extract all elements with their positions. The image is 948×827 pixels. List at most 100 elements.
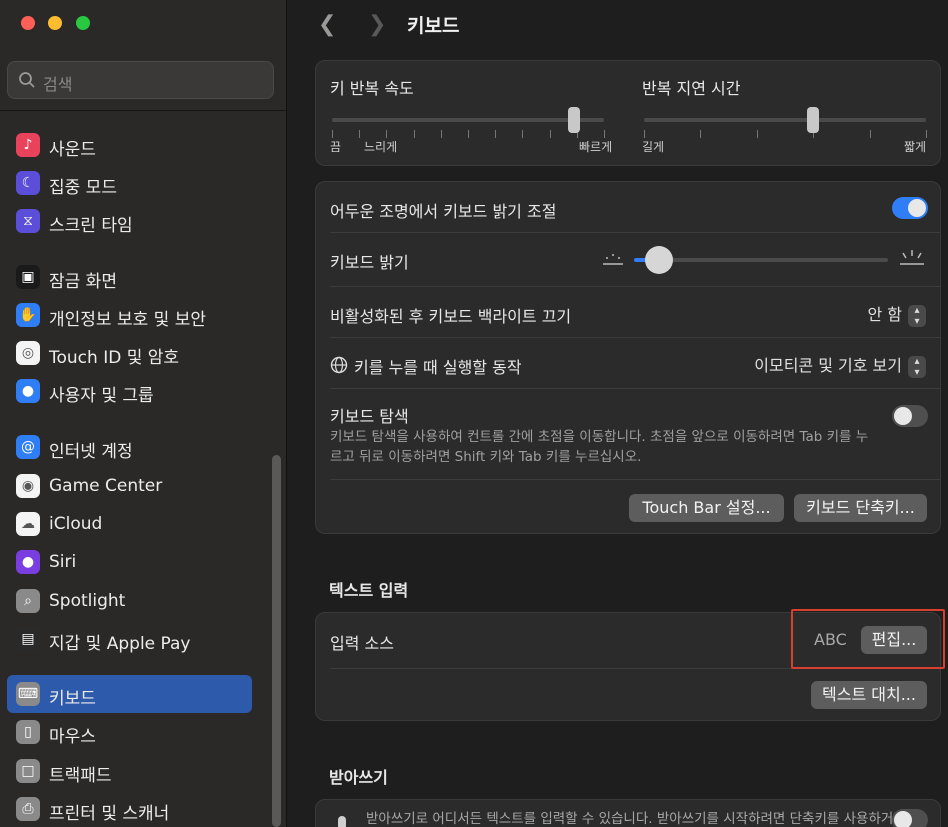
sidebar-item-4[interactable]: ✋ 개인정보 보호 및 보안 — [7, 296, 252, 334]
slider-tick — [644, 130, 645, 138]
sidebar-item-label: Spotlight — [49, 591, 126, 611]
auto-brightness-toggle[interactable] — [892, 197, 928, 219]
speaker-icon: ♪ — [16, 133, 40, 157]
sidebar-item-5[interactable]: ◎ Touch ID 및 암호 — [7, 334, 252, 372]
keyboard-card: 어두운 조명에서 키보드 밝기 조절 키보드 밝기 비활성화된 후 키보드 백라… — [315, 181, 941, 534]
sidebar-item-label: Touch ID 및 암호 — [49, 348, 180, 368]
sidebar-item-label: 인터넷 계정 — [49, 442, 133, 462]
sidebar-item-label: 잠금 화면 — [49, 272, 117, 292]
slider-track — [332, 118, 604, 122]
slider-tick — [756, 130, 758, 138]
globe-icon — [330, 356, 348, 374]
slider-tick — [359, 130, 361, 138]
sidebar-item-label: Siri — [49, 552, 77, 572]
text-replacements-button[interactable]: 텍스트 대치... — [811, 681, 927, 709]
page-title: 키보드 — [407, 15, 460, 37]
zoom-window-button[interactable] — [76, 16, 90, 30]
slider-tick — [440, 130, 442, 138]
globe-key-label: 키를 누를 때 실행할 동작 — [354, 358, 522, 377]
slider-tick — [468, 130, 469, 138]
dictation-section-title: 받아쓰기 — [329, 768, 388, 787]
users-icon: ● — [16, 379, 40, 403]
auto-brightness-label: 어두운 조명에서 키보드 밝기 조절 — [330, 202, 557, 221]
slider-tick — [522, 130, 524, 138]
sidebar-item-8[interactable]: ◉ Game Center — [7, 467, 252, 505]
sidebar-item-10[interactable]: ● Siri — [7, 543, 252, 581]
brightness-label: 키보드 밝기 — [330, 253, 409, 272]
slider-tick — [604, 130, 605, 138]
slider-knob[interactable] — [645, 246, 674, 274]
sidebar-scrollbar[interactable] — [272, 455, 281, 827]
keyboard-icon: ⌨ — [16, 682, 40, 706]
sidebar-item-label: 집중 모드 — [49, 178, 117, 198]
sidebar-item-hidden — [7, 88, 252, 110]
slider-tick — [700, 130, 702, 138]
sidebar-divider — [0, 110, 286, 111]
backlight-off-label: 비활성화된 후 키보드 백라이트 끄기 — [330, 307, 572, 326]
dictation-toggle[interactable] — [892, 809, 928, 827]
slider-tick — [332, 130, 333, 138]
dictation-description: 받아쓰기로 어디서든 텍스트를 입력할 수 있습니다. 받아쓰기를 시작하려면 … — [366, 811, 906, 827]
sidebar-item-label: 마우스 — [49, 727, 96, 747]
touch-bar-settings-button[interactable]: Touch Bar 설정... — [629, 494, 784, 522]
slider-tick — [413, 130, 415, 138]
game-center-icon: ◉ — [16, 474, 40, 498]
dictation-card: 받아쓰기로 어디서든 텍스트를 입력할 수 있습니다. 받아쓰기를 시작하려면 … — [315, 799, 941, 827]
cloud-icon: ☁ — [16, 512, 40, 536]
slider-tick — [386, 130, 388, 138]
lock-icon: ▣ — [16, 265, 40, 289]
globe-key-popup[interactable]: 이모티콘 및 기호 보기 ▴ ▾ — [754, 352, 926, 378]
printer-icon: ⎙ — [16, 797, 40, 821]
sidebar-item-11[interactable]: ⌕ Spotlight — [7, 582, 252, 620]
key-repeat-slow-label: 느리게 — [364, 140, 398, 154]
brightness-high-icon — [900, 250, 924, 265]
forward-button[interactable]: ❯ — [368, 12, 386, 37]
minimize-window-button[interactable] — [48, 16, 62, 30]
updown-icon: ▴ ▾ — [908, 304, 926, 327]
delay-label: 반복 지연 시간 — [642, 79, 741, 98]
sidebar-item-label: iCloud — [49, 514, 103, 534]
key-repeat-off-label: 끔 — [330, 140, 342, 154]
close-window-button[interactable] — [21, 16, 35, 30]
moon-icon: ☾ — [16, 171, 40, 195]
annotation-highlight-box — [791, 609, 945, 669]
back-button[interactable]: ❮ — [318, 12, 336, 37]
sidebar-item-label: 사운드 — [49, 140, 96, 160]
siri-icon: ● — [16, 550, 40, 574]
slider-knob[interactable] — [568, 107, 581, 133]
slider-tick — [926, 130, 927, 138]
keyboard-nav-label: 키보드 탐색 — [330, 407, 409, 426]
sidebar-item-7[interactable]: @ 인터넷 계정 — [7, 428, 252, 466]
input-sources-label: 입력 소스 — [330, 634, 394, 653]
sidebar: 검색 ♪ 사운드 ☾ 집중 모드 ⧖ 스크린 타임 ▣ 잠금 화면 ✋ 개인정보 보호 및 보안 ◎… — [0, 0, 287, 827]
mouse-icon: ▯ — [16, 720, 40, 744]
keyboard-nav-toggle[interactable] — [892, 405, 928, 427]
sidebar-item-16[interactable]: ⎙ 프린터 및 스캐너 — [7, 790, 252, 827]
sidebar-item-0[interactable]: ♪ 사운드 — [7, 126, 252, 164]
keyboard-nav-description: 키보드 탐색을 사용하여 컨트롤 간에 초점을 이동합니다. 초점을 앞으로 이… — [330, 429, 869, 465]
sidebar-item-label: 키보드 — [49, 689, 96, 709]
keyboard-shortcuts-button[interactable]: 키보드 단축키... — [794, 494, 927, 522]
sidebar-item-6[interactable]: ● 사용자 및 그룹 — [7, 372, 252, 410]
slider-track — [644, 118, 926, 122]
sidebar-item-9[interactable]: ☁ iCloud — [7, 505, 252, 543]
sidebar-item-label: 트랙패드 — [49, 766, 112, 786]
updown-icon: ▴ ▾ — [908, 355, 926, 378]
sidebar-item-label: 사용자 및 그룹 — [49, 386, 154, 406]
sidebar-item-label: 개인정보 보호 및 보안 — [49, 310, 206, 330]
slider-knob[interactable] — [807, 107, 820, 133]
key-repeat-label: 키 반복 속도 — [330, 79, 414, 98]
slider-tick — [495, 130, 497, 138]
sidebar-item-15[interactable]: □ 트랙패드 — [7, 752, 252, 790]
magnifier-icon: ⌕ — [16, 589, 40, 613]
sidebar-item-2[interactable]: ⧖ 스크린 타임 — [7, 202, 252, 240]
sidebar-item-3[interactable]: ▣ 잠금 화면 — [7, 258, 252, 296]
sidebar-item-1[interactable]: ☾ 집중 모드 — [7, 164, 252, 202]
sidebar-item-12[interactable]: ▤ 지갑 및 Apple Pay — [7, 620, 252, 658]
search-icon — [19, 72, 35, 88]
delay-long-label: 길게 — [642, 140, 665, 154]
backlight-off-popup[interactable]: 안 함 ▴ ▾ — [867, 301, 926, 327]
sidebar-item-14[interactable]: ▯ 마우스 — [7, 713, 252, 751]
main-pane: ❮ ❯ 키보드 키 반복 속도 끔 느리게 빠르게 반복 지연 시간 길게 짧게… — [288, 0, 948, 827]
sidebar-item-13[interactable]: ⌨ 키보드 — [7, 675, 252, 713]
